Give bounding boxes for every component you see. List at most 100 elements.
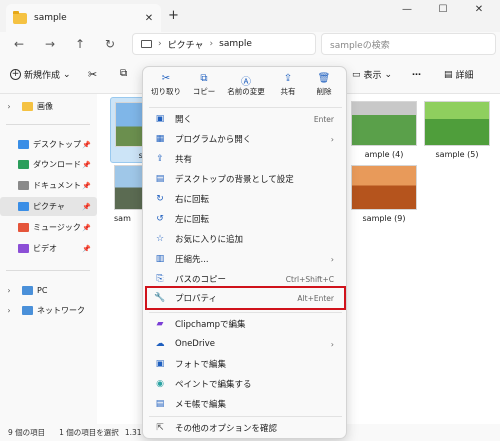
sidebar-item-music[interactable]: ミュージック 📌	[0, 218, 97, 237]
menu-item-open[interactable]: ▣ 開く Enter	[147, 109, 344, 129]
copy-button[interactable]: ⧉ コピー	[185, 73, 223, 97]
navigation-bar: ← → ↑ ↻ › ピクチャ › sample sampleの検索	[0, 32, 500, 56]
menu-item-shortcut: Alt+Enter	[297, 293, 334, 303]
tab-sample[interactable]: sample ✕	[6, 4, 161, 32]
forward-button[interactable]: →	[41, 35, 59, 53]
breadcrumb-pictures[interactable]: ピクチャ	[168, 38, 204, 51]
pin-icon: 📌	[82, 181, 91, 190]
sidebar-item-label: PC	[37, 286, 48, 295]
new-button[interactable]: + 新規作成 ⌄	[10, 68, 71, 81]
share-button[interactable]: ⇪ 共有	[269, 73, 307, 97]
sidebar-item-pictures[interactable]: ピクチャ 📌	[0, 197, 97, 216]
chevron-right-icon[interactable]: ›	[4, 286, 14, 295]
rename-button[interactable]: Ⓐ 名前の変更	[221, 73, 271, 97]
menu-item-edit-notepad[interactable]: ▤ メモ帳で編集	[147, 394, 344, 414]
menu-item-rotate-right[interactable]: ↻ 右に回転	[147, 189, 344, 209]
menu-item-label: Clipchampで編集	[175, 320, 246, 330]
close-button[interactable]: ✕	[466, 4, 492, 15]
zip-icon: ▥	[155, 253, 165, 264]
menu-item-set-background[interactable]: ▤ デスクトップの背景として設定	[147, 169, 344, 189]
file-thumbnail	[424, 101, 490, 146]
chevron-down-icon: ⌄	[63, 69, 71, 80]
file-item[interactable]: ample (4)	[351, 101, 417, 159]
up-button[interactable]: ↑	[71, 35, 89, 53]
clipchamp-icon: ▰	[156, 318, 164, 329]
photos-icon: ▣	[155, 358, 165, 369]
sidebar: › 画像 デスクトップ 📌 ダウンロード 📌 ドキュメント 📌 ピクチャ 📌 ミ…	[0, 94, 97, 424]
menu-divider	[149, 416, 342, 417]
details-button[interactable]: ▤ 詳細	[444, 68, 474, 82]
sidebar-item-label: ダウンロード	[33, 160, 81, 169]
sidebar-item-images[interactable]: › 画像	[0, 97, 97, 116]
paint-icon: ◉	[156, 378, 164, 389]
menu-item-shortcut: Ctrl+Shift+C	[285, 274, 334, 284]
menu-item-clipchamp[interactable]: ▰ Clipchampで編集	[147, 314, 344, 334]
chevron-right-icon[interactable]: ›	[4, 102, 14, 111]
maximize-button[interactable]: ☐	[430, 4, 456, 15]
sidebar-item-documents[interactable]: ドキュメント 📌	[0, 176, 97, 195]
refresh-button[interactable]: ↻	[101, 35, 119, 53]
pin-icon: 📌	[82, 244, 91, 253]
address-bar[interactable]: › ピクチャ › sample	[132, 33, 316, 55]
folder-icon	[13, 10, 27, 24]
star-icon: ☆	[155, 233, 165, 244]
pin-icon: 📌	[82, 202, 91, 211]
file-item[interactable]: sample (9)	[351, 165, 417, 223]
menu-item-copy-path[interactable]: ⎘ パスのコピー Ctrl+Shift+C	[147, 269, 344, 289]
menu-item-label: プログラムから開く	[175, 135, 252, 145]
download-icon	[18, 160, 29, 169]
title-bar: sample ✕ + — ☐ ✕	[0, 0, 500, 32]
menu-item-edit-photos[interactable]: ▣ フォトで編集	[147, 354, 344, 374]
menu-item-more-options[interactable]: ⇱ その他のオプションを確認	[147, 418, 344, 438]
cut-button[interactable]: ✂ 切り取り	[147, 73, 185, 97]
computer-icon	[22, 286, 33, 295]
view-button-label: 表示	[363, 71, 382, 81]
menu-item-add-favorite[interactable]: ☆ お気に入りに追加	[147, 229, 344, 249]
file-caption: sample (5)	[435, 150, 479, 159]
share-icon: ⇪	[156, 153, 164, 164]
copy-icon[interactable]: ⧉	[120, 68, 127, 79]
quick-actions: ✂ 切り取り ⧉ コピー Ⓐ 名前の変更 ⇪ 共有 🗑 削除	[143, 67, 348, 105]
menu-item-label: 共有	[175, 155, 193, 165]
menu-item-open-with[interactable]: ▦ プログラムから開く ›	[147, 129, 344, 149]
menu-item-label: プロパティ	[175, 294, 217, 304]
pin-icon: 📌	[82, 223, 91, 232]
menu-item-share[interactable]: ⇪ 共有	[147, 149, 344, 169]
cloud-icon: ☁	[155, 338, 165, 349]
more-button[interactable]: …	[412, 68, 421, 78]
file-item[interactable]: sample (5)	[424, 101, 490, 159]
sidebar-item-network[interactable]: › ネットワーク	[0, 301, 97, 320]
computer-icon	[141, 40, 152, 48]
back-button[interactable]: ←	[10, 35, 28, 53]
minimize-button[interactable]: —	[394, 4, 420, 15]
menu-item-label: その他のオプションを確認	[175, 424, 278, 434]
cut-icon: ✂	[161, 73, 171, 84]
view-button[interactable]: ▭ 表示 ⌄	[352, 68, 392, 82]
sidebar-item-downloads[interactable]: ダウンロード 📌	[0, 155, 97, 174]
sidebar-item-label: デスクトップ	[33, 140, 81, 149]
menu-item-rotate-left[interactable]: ↺ 左に回転	[147, 209, 344, 229]
document-icon	[18, 181, 29, 190]
sidebar-item-desktop[interactable]: デスクトップ 📌	[0, 135, 97, 154]
tab-close-icon[interactable]: ✕	[141, 13, 157, 24]
breadcrumb-sample[interactable]: sample	[219, 39, 252, 49]
rotate-left-icon: ↺	[156, 213, 164, 224]
sidebar-item-pc[interactable]: › PC	[0, 281, 97, 300]
menu-item-properties[interactable]: 🔧 プロパティ Alt+Enter	[145, 286, 346, 310]
music-icon	[18, 223, 29, 232]
rotate-right-icon: ↻	[156, 193, 164, 204]
file-thumbnail	[351, 165, 417, 210]
chevron-right-icon[interactable]: ›	[4, 306, 14, 315]
menu-item-edit-paint[interactable]: ◉ ペイントで編集する	[147, 374, 344, 394]
menu-item-onedrive[interactable]: ☁ OneDrive ›	[147, 334, 344, 354]
search-input[interactable]: sampleの検索	[321, 33, 496, 55]
delete-button[interactable]: 🗑 削除	[305, 73, 343, 97]
new-tab-button[interactable]: +	[168, 8, 179, 23]
open-icon: ▣	[155, 113, 165, 124]
view-icon: ▭	[352, 69, 361, 80]
more-options-icon: ⇱	[156, 422, 164, 433]
menu-item-compress[interactable]: ▥ 圧縮先... ›	[147, 249, 344, 269]
selected-count: 1 個の項目を選択	[59, 428, 119, 437]
sidebar-item-videos[interactable]: ビデオ 📌	[0, 239, 97, 258]
cut-icon[interactable]: ✂	[88, 68, 97, 81]
